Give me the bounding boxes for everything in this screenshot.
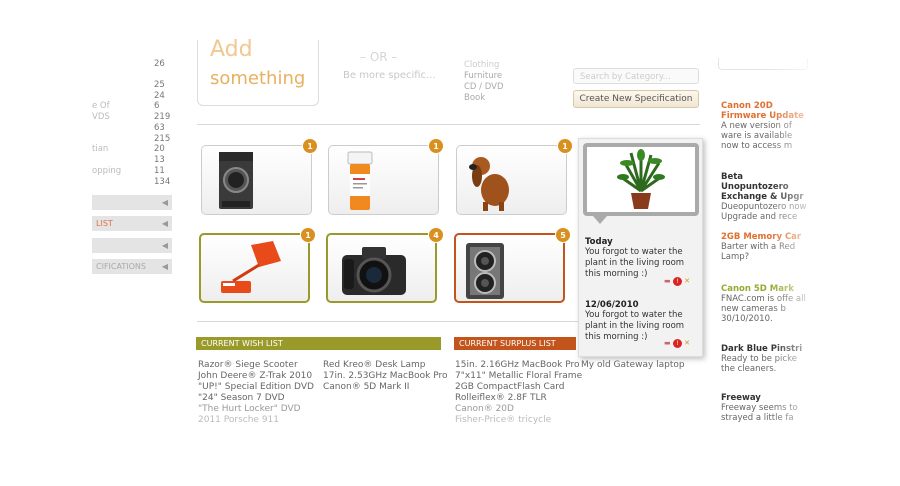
add-something-button[interactable]: Add something <box>197 37 319 106</box>
list-item[interactable]: Canon® 5D Mark II <box>323 382 448 393</box>
surplus-list-col-2: My old Gateway laptop <box>581 360 685 371</box>
list-item[interactable]: Red Kreo® Desk Lamp <box>323 360 448 371</box>
category-link[interactable]: Furniture <box>464 71 504 82</box>
count-badge: 1 <box>302 138 318 154</box>
list-item[interactable]: 2GB CompactFlash Card <box>455 382 582 393</box>
reminder-date: 12/06/2010 <box>585 300 639 310</box>
category-item[interactable]: tian 20 <box>92 144 172 155</box>
category-item[interactable]: 63 <box>92 123 172 134</box>
surplus-list-header: CURRENT SURPLUS LIST <box>454 337 576 350</box>
save-icon[interactable]: ▬ <box>664 277 671 285</box>
arrow-left-icon: ◀ <box>161 198 168 207</box>
dog-icon <box>469 157 509 211</box>
list-item[interactable]: 2011 Porsche 911 <box>198 415 314 426</box>
save-icon[interactable]: ▬ <box>664 339 671 347</box>
list-item[interactable]: "UP!" Special Edition DVD <box>198 382 314 393</box>
category-search-input[interactable]: Search by Category... <box>573 68 699 84</box>
item-card-dog[interactable] <box>456 145 567 215</box>
list-item[interactable]: Canon® 20D <box>455 404 582 415</box>
count-badge: 5 <box>555 227 571 243</box>
add-subtitle: something <box>210 68 306 89</box>
dslr-camera-icon <box>342 247 406 295</box>
category-item[interactable]: VDS 219 <box>92 112 172 123</box>
reminder-popup: Today You forgot to water the plant in t… <box>578 138 703 357</box>
pill-bottle-icon <box>347 151 373 210</box>
category-item[interactable]: 26 <box>92 59 172 70</box>
list-item[interactable]: 15in. 2.16GHz MacBook Pro <box>455 360 582 371</box>
arrow-left-icon: ◀ <box>161 219 168 228</box>
item-card-washer[interactable] <box>201 145 312 215</box>
list-item[interactable]: "The Hurt Locker" DVD <box>198 404 314 415</box>
popup-pointer <box>593 216 607 224</box>
sidebar-tab-list[interactable]: LIST ◀ <box>92 216 172 231</box>
desk-lamp-icon <box>221 241 281 293</box>
count-badge: 1 <box>428 138 444 154</box>
wish-list-header: CURRENT WISH LIST <box>196 337 441 350</box>
reminder-text: You forgot to water the plant in the liv… <box>585 247 685 279</box>
category-link[interactable]: CD / DVD <box>464 82 504 93</box>
category-item[interactable]: 25 <box>92 80 172 91</box>
list-item[interactable]: "24" Season 7 DVD <box>198 393 314 404</box>
list-item[interactable]: 7"x11" Metallic Floral Frame <box>455 371 582 382</box>
sidebar-tab[interactable]: ◀ <box>92 195 172 210</box>
category-link[interactable]: Book <box>464 93 504 104</box>
edge-fade <box>770 0 900 486</box>
close-icon[interactable]: ✕ <box>684 339 690 347</box>
potted-plant-icon <box>617 149 665 209</box>
arrow-left-icon: ◀ <box>161 262 168 271</box>
category-link[interactable]: Clothing <box>464 60 504 71</box>
tlr-camera-icon <box>466 243 504 299</box>
count-badge: 1 <box>557 138 573 154</box>
list-item[interactable]: John Deere® Z-Trak 2010 <box>198 371 314 382</box>
category-item[interactable]: e Of 6 <box>92 101 172 112</box>
or-divider: – OR – <box>360 50 398 64</box>
list-item[interactable]: Rolleiflex® 2.8F TLR <box>455 393 582 404</box>
be-more-specific-label: Be more specific... <box>343 70 436 81</box>
list-item[interactable]: Fisher-Price® tricycle <box>455 415 582 426</box>
list-item[interactable]: Razor® Siege Scooter <box>198 360 314 371</box>
alert-icon[interactable]: ! <box>672 277 682 286</box>
category-links: Clothing Furniture CD / DVD Book <box>464 60 504 104</box>
washing-machine-icon <box>219 152 253 209</box>
reminder-actions: ▬ ! ✕ <box>664 339 690 348</box>
count-badge: 4 <box>428 227 444 243</box>
surplus-list-col-1: 15in. 2.16GHz MacBook Pro 7"x11" Metalli… <box>455 360 582 426</box>
list-item[interactable]: 17in. 2.53GHz MacBook Pro <box>323 371 448 382</box>
item-card-pills[interactable] <box>328 145 439 215</box>
item-card-lamp[interactable] <box>199 233 310 303</box>
item-card-tlr[interactable] <box>454 233 565 303</box>
item-card-camera[interactable] <box>326 233 437 303</box>
category-item[interactable]: opping 11 <box>92 166 172 177</box>
add-title: Add <box>210 37 253 62</box>
list-item[interactable]: My old Gateway laptop <box>581 360 685 371</box>
reminder-actions: ▬ ! ✕ <box>664 277 690 286</box>
count-badge: 1 <box>300 227 316 243</box>
arrow-left-icon: ◀ <box>161 241 168 250</box>
reminder-date: Today <box>585 237 613 247</box>
close-icon[interactable]: ✕ <box>684 277 690 285</box>
category-item[interactable]: 134 <box>92 177 172 188</box>
wish-list-col-2: Red Kreo® Desk Lamp 17in. 2.53GHz MacBoo… <box>323 360 448 393</box>
alert-icon[interactable]: ! <box>672 339 682 348</box>
wish-list-col-1: Razor® Siege Scooter John Deere® Z-Trak … <box>198 360 314 426</box>
sidebar-tab[interactable]: ◀ <box>92 238 172 253</box>
category-item[interactable]: 13 <box>92 155 172 166</box>
item-card-plant[interactable] <box>583 143 699 216</box>
divider <box>197 124 700 125</box>
sidebar-tab-specifications[interactable]: CIFICATIONS ◀ <box>92 259 172 274</box>
create-specification-button[interactable]: Create New Specification <box>573 90 699 108</box>
